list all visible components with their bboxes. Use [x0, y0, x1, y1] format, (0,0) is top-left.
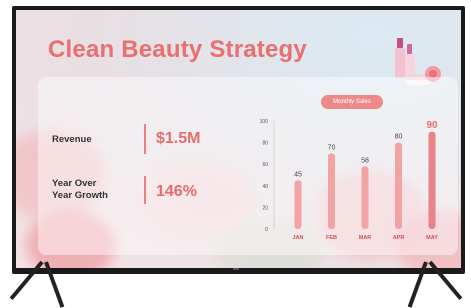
data-label-may: 90: [426, 120, 438, 131]
y-tick-label: 20: [262, 205, 268, 211]
bar-feb: [328, 153, 335, 229]
y-tick-label: 100: [260, 119, 269, 125]
yoy-growth-label-line1: Year Over: [52, 178, 97, 189]
tv-frame: Clean Beauty Strategy Revenue $1.5M Year…: [12, 6, 465, 274]
yoy-growth-label-line2: Year Growth: [52, 190, 108, 201]
bar-apr: [395, 142, 402, 229]
data-label-apr: 80: [395, 134, 403, 141]
x-tick-label-may: MAY: [426, 235, 438, 241]
yoy-growth-divider: [144, 176, 146, 204]
tv-logo: [233, 268, 239, 270]
monthly-sales-chart: 0 20 40 60 80 100 45 JAN 70 FEB 58 MAR 80 APR 90 MAY: [260, 119, 439, 241]
y-tick-label: 80: [262, 141, 268, 147]
y-tick-label: 60: [262, 162, 268, 168]
revenue-divider: [144, 124, 146, 154]
y-tick-label: 40: [262, 184, 268, 190]
bar-may: [428, 131, 436, 229]
data-label-jan: 45: [294, 171, 302, 178]
monthly-sales-badge: Monthly Sales: [321, 95, 383, 109]
bar-jan: [294, 180, 302, 229]
x-tick-label-feb: FEB: [326, 235, 337, 241]
bar-mar: [361, 166, 369, 229]
slide-title: Clean Beauty Strategy: [48, 36, 307, 63]
x-tick-label-apr: APR: [393, 235, 405, 241]
data-label-feb: 70: [328, 144, 336, 151]
revenue-label: Revenue: [52, 134, 92, 145]
yoy-growth-value: 146%: [156, 183, 197, 200]
data-label-mar: 58: [361, 157, 369, 164]
x-tick-label-mar: MAR: [359, 235, 372, 241]
y-tick-label: 0: [265, 227, 268, 233]
x-tick-label-jan: JAN: [292, 235, 303, 241]
revenue-value: $1.5M: [156, 130, 201, 147]
tv-screen: Clean Beauty Strategy Revenue $1.5M Year…: [16, 10, 461, 268]
yoy-growth-label: Year Over Year Growth: [52, 178, 108, 202]
